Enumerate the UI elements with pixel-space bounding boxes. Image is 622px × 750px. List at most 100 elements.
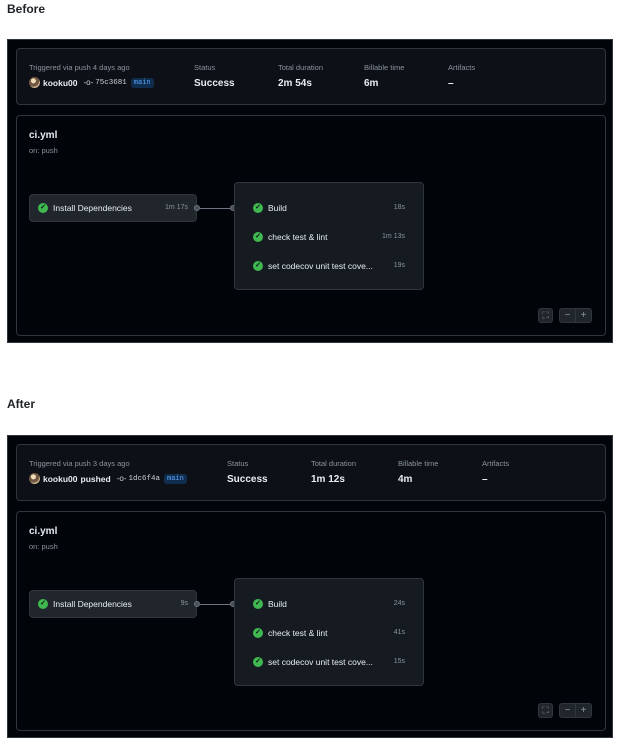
job-duration: 24s xyxy=(393,600,405,607)
job-install-dependencies[interactable]: ✓ Install Dependencies 1m 17s xyxy=(29,194,197,222)
trigger-details: kooku00 -o- 75c3681 main xyxy=(29,77,154,88)
workflow-run-panel-before: Triggered via push 4 days ago kooku00 -o… xyxy=(7,39,613,343)
avatar[interactable] xyxy=(29,77,40,88)
billable-value: 6m xyxy=(364,78,379,89)
job-check-test-lint[interactable]: ✓ check test & lint 1m 13s xyxy=(235,230,423,244)
fullscreen-button[interactable]: ⛶ xyxy=(538,703,553,718)
trigger-label: Triggered via push 3 days ago xyxy=(29,459,130,468)
fullscreen-icon: ⛶ xyxy=(542,310,549,320)
job-set-codecov[interactable]: ✓ set codecov unit test cove... 19s xyxy=(235,259,423,273)
branch-badge[interactable]: main xyxy=(130,77,154,88)
pushed-text: pushed xyxy=(80,473,111,484)
zoom-out-button[interactable]: − xyxy=(560,704,576,717)
job-set-codecov[interactable]: ✓ set codecov unit test cove... 15s xyxy=(235,655,423,669)
commit-sha-link[interactable]: 75c3681 xyxy=(95,79,127,87)
job-connector-line xyxy=(200,604,231,605)
billable-column: Billable time 4m xyxy=(398,459,438,486)
check-circle-icon: ✓ xyxy=(253,599,263,609)
fullscreen-icon: ⛶ xyxy=(542,705,549,715)
check-circle-icon: ✓ xyxy=(253,628,263,638)
minus-icon: − xyxy=(564,705,571,716)
job-name: set codecov unit test cove... xyxy=(268,261,373,271)
billable-column: Billable time 6m xyxy=(364,63,404,90)
trigger-label: Triggered via push 4 days ago xyxy=(29,63,130,72)
job-name: Build xyxy=(268,599,287,609)
job-build[interactable]: ✓ Build 18s xyxy=(235,201,423,215)
zoom-out-button[interactable]: − xyxy=(560,309,576,322)
job-build[interactable]: ✓ Build 24s xyxy=(235,597,423,611)
job-name: Install Dependencies xyxy=(53,203,132,213)
artifacts-label: Artifacts xyxy=(482,459,510,468)
workflow-file-name: ci.yml xyxy=(29,130,58,141)
run-summary: Triggered via push 4 days ago kooku00 -o… xyxy=(16,48,606,105)
job-name: Build xyxy=(268,203,287,213)
billable-label: Billable time xyxy=(398,459,439,468)
workflow-graph: ci.yml on: push ✓ Install Dependencies 1… xyxy=(16,115,606,336)
trigger-column: Triggered via push 3 days ago kooku00 pu… xyxy=(29,459,187,484)
section-heading-before: Before xyxy=(7,2,46,16)
commit-sha-link[interactable]: 1dc6f4a xyxy=(129,475,161,483)
job-name: Install Dependencies xyxy=(53,599,132,609)
job-name: check test & lint xyxy=(268,628,328,638)
run-summary: Triggered via push 3 days ago kooku00 pu… xyxy=(16,444,606,501)
workflow-run-panel-after: Triggered via push 3 days ago kooku00 pu… xyxy=(7,435,613,738)
plus-icon: + xyxy=(580,310,587,321)
status-column: Status Success xyxy=(194,63,235,90)
job-duration: 41s xyxy=(393,629,405,636)
workflow-graph: ci.yml on: push ✓ Install Dependencies 9… xyxy=(16,511,606,731)
job-check-test-lint[interactable]: ✓ check test & lint 41s xyxy=(235,626,423,640)
duration-label: Total duration xyxy=(311,459,357,468)
user-link[interactable]: kooku00 xyxy=(43,78,78,88)
job-duration: 1m 17s xyxy=(165,204,188,211)
billable-label: Billable time xyxy=(364,63,405,72)
billable-value: 4m xyxy=(398,474,413,485)
job-group: ✓ Build 24s ✓ check test & lint 41s ✓ se… xyxy=(234,578,424,686)
workflow-trigger: on: push xyxy=(29,542,58,551)
status-label: Status xyxy=(194,63,216,72)
duration-value: 1m 12s xyxy=(311,474,345,485)
duration-value: 2m 54s xyxy=(278,78,312,89)
zoom-controls: − + xyxy=(559,308,592,323)
job-name: check test & lint xyxy=(268,232,328,242)
check-circle-icon: ✓ xyxy=(253,232,263,242)
git-commit-icon: -o- xyxy=(116,474,127,483)
status-value: Success xyxy=(194,78,235,89)
check-circle-icon: ✓ xyxy=(253,203,263,213)
workflow-trigger: on: push xyxy=(29,146,58,155)
status-column: Status Success xyxy=(227,459,268,486)
job-install-dependencies[interactable]: ✓ Install Dependencies 9s xyxy=(29,590,197,618)
zoom-in-button[interactable]: + xyxy=(576,309,591,322)
workflow-file-name: ci.yml xyxy=(29,526,58,537)
user-link[interactable]: kooku00 xyxy=(43,474,78,484)
artifacts-column: Artifacts – xyxy=(448,63,475,90)
minus-icon: − xyxy=(564,310,571,321)
duration-column: Total duration 2m 54s xyxy=(278,63,323,90)
branch-badge[interactable]: main xyxy=(164,473,187,484)
job-name: set codecov unit test cove... xyxy=(268,657,373,667)
fullscreen-button[interactable]: ⛶ xyxy=(538,308,553,323)
status-label: Status xyxy=(227,459,249,468)
artifacts-value: – xyxy=(448,78,454,89)
check-circle-icon: ✓ xyxy=(38,203,48,213)
duration-label: Total duration xyxy=(278,63,324,72)
artifacts-label: Artifacts xyxy=(448,63,476,72)
trigger-column: Triggered via push 4 days ago kooku00 -o… xyxy=(29,63,154,88)
job-duration: 19s xyxy=(393,262,405,269)
job-duration: 9s xyxy=(180,600,188,607)
avatar[interactable] xyxy=(29,473,40,484)
artifacts-value: – xyxy=(482,474,488,485)
job-duration: 15s xyxy=(393,658,405,665)
job-duration: 18s xyxy=(393,204,405,211)
job-connector-line xyxy=(200,208,231,209)
status-value: Success xyxy=(227,474,268,485)
job-group: ✓ Build 18s ✓ check test & lint 1m 13s ✓… xyxy=(234,182,424,290)
artifacts-column: Artifacts – xyxy=(482,459,509,486)
git-commit-icon: -o- xyxy=(83,78,94,87)
check-circle-icon: ✓ xyxy=(38,599,48,609)
zoom-in-button[interactable]: + xyxy=(576,704,591,717)
check-circle-icon: ✓ xyxy=(253,261,263,271)
job-duration: 1m 13s xyxy=(382,233,405,240)
zoom-controls: − + xyxy=(559,703,592,718)
plus-icon: + xyxy=(580,705,587,716)
check-circle-icon: ✓ xyxy=(253,657,263,667)
